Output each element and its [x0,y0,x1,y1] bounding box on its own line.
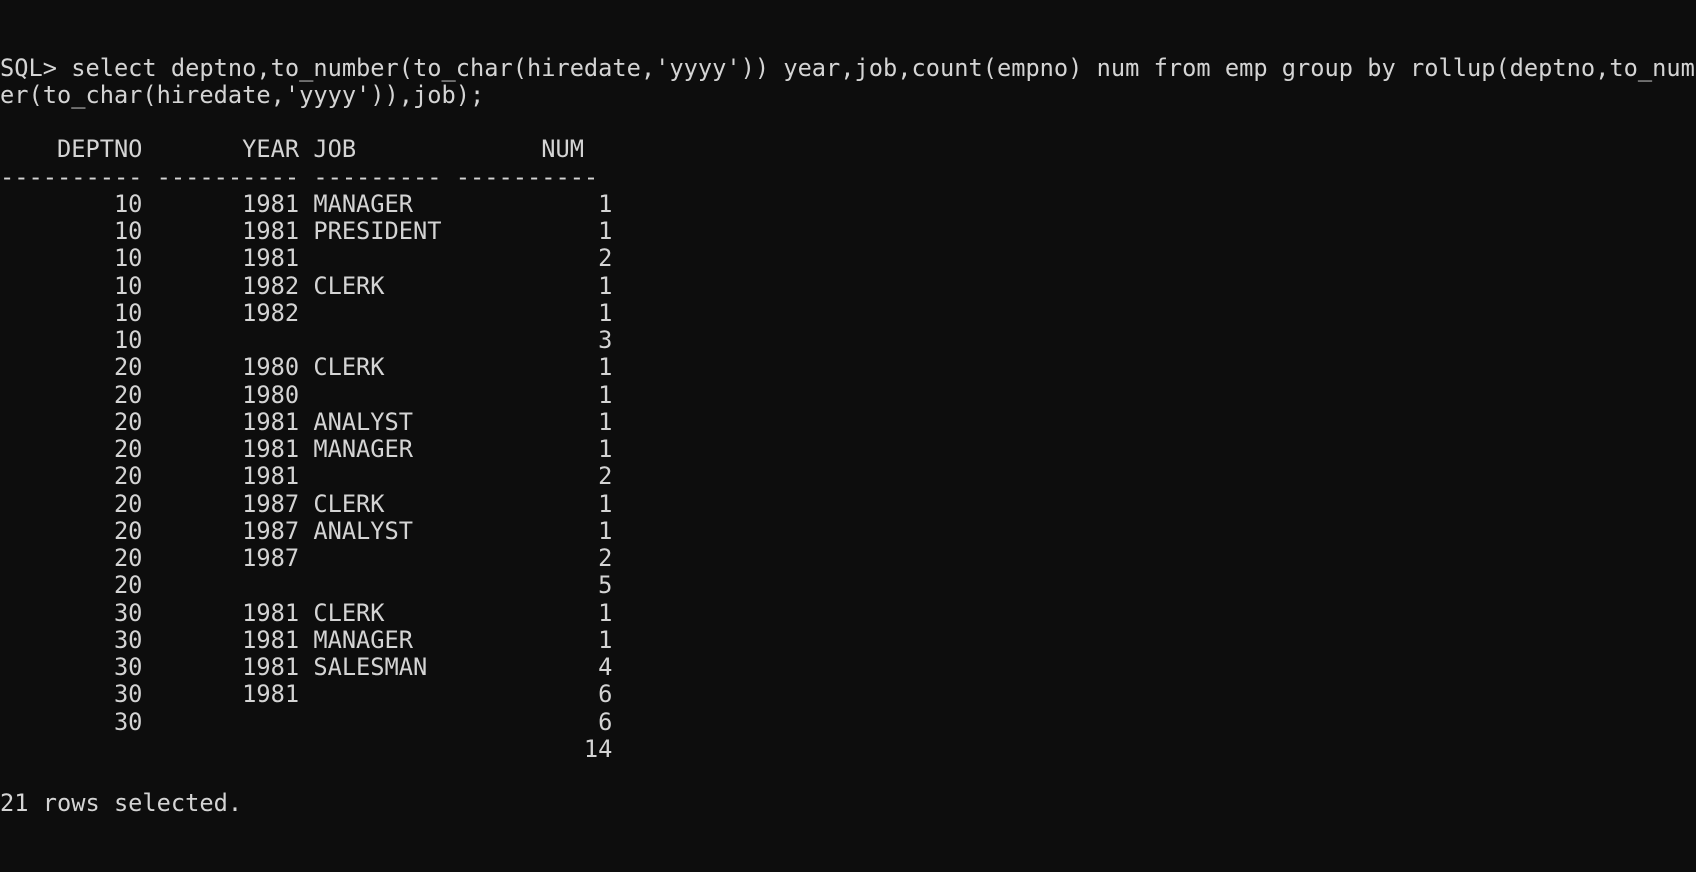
table-row: 30 1981 SALESMAN 4 [0,653,613,681]
table-separator-row: ---------- ---------- --------- --------… [0,162,599,191]
table-header-row: DEPTNO YEAR JOB NUM [0,135,584,164]
table-row: 20 1980 CLERK 1 [0,353,613,382]
table-row: 20 1981 2 [0,462,613,491]
table-row: 20 1981 ANALYST 1 [0,407,613,436]
table-row: 30 1981 6 [0,680,613,709]
table-row: 20 1981 MANAGER 1 [0,435,613,463]
table-row: 20 1987 CLERK 1 [0,489,613,518]
table-row: 20 1987 ANALYST 1 [0,516,613,545]
command-line-1: SQL> select deptno,to_number(to_char(hir… [0,53,1696,82]
table-row: 20 1980 1 [0,380,613,409]
table-row: 30 1981 MANAGER 1 [0,625,613,654]
rows-selected-footer: 21 rows selected. [0,789,243,818]
command-line-2: er(to_char(hiredate,'yyyy')),job); [0,80,485,109]
terminal-screen[interactable]: SQL> select deptno,to_number(to_char(hir… [0,0,1696,818]
table-row: 20 1987 2 [0,544,613,572]
table-row: 10 1981 2 [0,244,613,273]
table-row: 10 1982 CLERK 1 [0,271,613,300]
table-row: 10 1981 MANAGER 1 [0,189,613,218]
terminal-output: SQL> select deptno,to_number(to_char(hir… [0,0,1696,872]
table-row: 10 1982 1 [0,298,613,327]
table-row: 20 5 [0,571,613,600]
table-row: 14 [0,734,613,763]
table-row: 10 1981 PRESIDENT 1 [0,217,613,245]
table-row: 30 6 [0,707,613,736]
table-row: 10 3 [0,326,613,354]
table-row: 30 1981 CLERK 1 [0,598,613,627]
